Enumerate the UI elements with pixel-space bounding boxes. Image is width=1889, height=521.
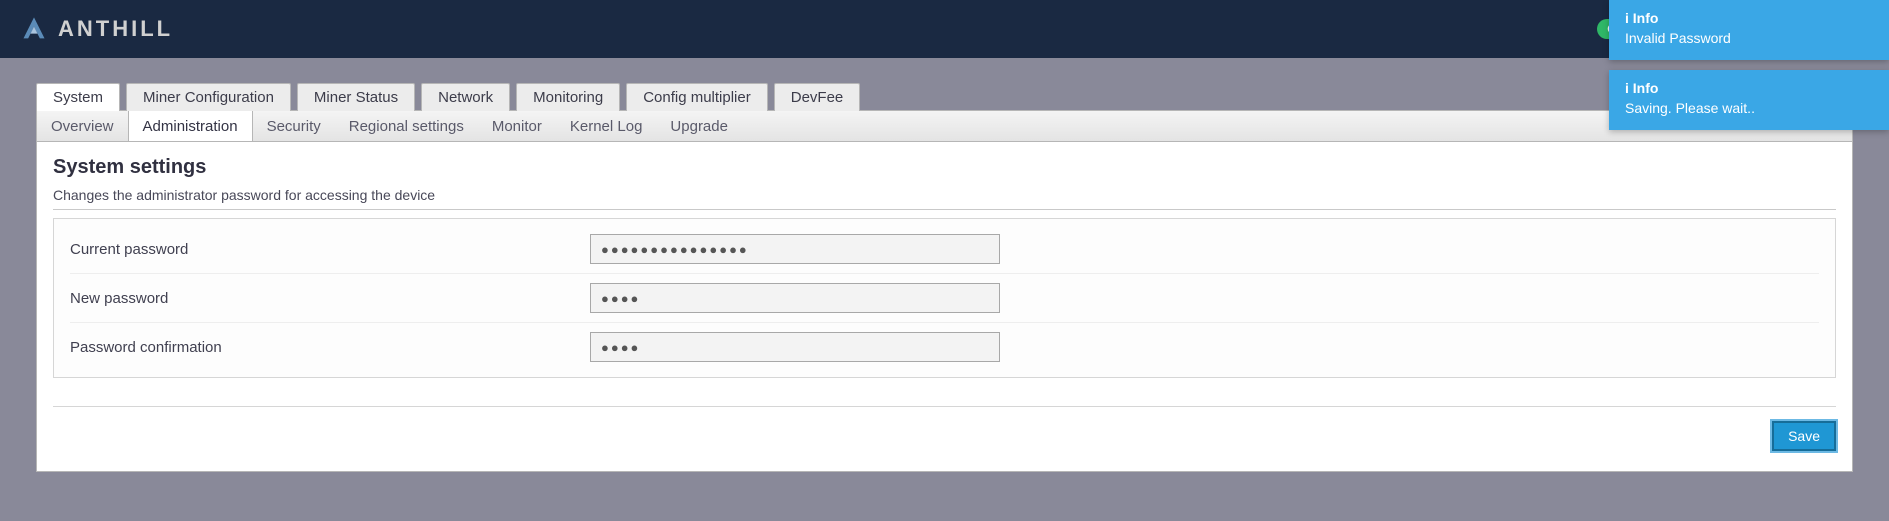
tab-label: Miner Status <box>314 89 398 106</box>
subtab-label: Overview <box>51 118 114 135</box>
main-tab-row: System Miner Configuration Miner Status … <box>36 82 1853 110</box>
input-new-password[interactable] <box>590 283 1000 313</box>
toast-saving: i Info Saving. Please wait.. <box>1609 70 1889 130</box>
tab-label: Network <box>438 89 493 106</box>
subtab-upgrade[interactable]: Upgrade <box>656 111 742 141</box>
subtab-label: Administration <box>143 118 238 135</box>
toast-invalid-password: i Info Invalid Password <box>1609 0 1889 60</box>
subtab-security[interactable]: Security <box>253 111 335 141</box>
tab-label: DevFee <box>791 89 844 106</box>
toast-stack: i Info Invalid Password i Info Saving. P… <box>1609 0 1889 130</box>
settings-panel: System settings Changes the administrato… <box>36 142 1853 472</box>
subtab-overview[interactable]: Overview <box>37 111 128 141</box>
tab-label: Monitoring <box>533 89 603 106</box>
row-new-password: New password <box>70 274 1819 323</box>
toast-title: i Info <box>1625 80 1873 96</box>
tab-system[interactable]: System <box>36 83 120 111</box>
subtab-label: Upgrade <box>670 118 728 135</box>
password-form: Current password New password Password c… <box>53 218 1836 378</box>
tab-monitoring[interactable]: Monitoring <box>516 83 620 111</box>
subtab-label: Security <box>267 118 321 135</box>
subtab-monitor[interactable]: Monitor <box>478 111 556 141</box>
row-current-password: Current password <box>70 225 1819 274</box>
brand: ANTHILL <box>20 15 173 43</box>
subtab-label: Monitor <box>492 118 542 135</box>
input-current-password[interactable] <box>590 234 1000 264</box>
app-header: ANTHILL Online 3.8.6 Find Miner St <box>0 0 1889 58</box>
tab-miner-configuration[interactable]: Miner Configuration <box>126 83 291 111</box>
input-confirm-password[interactable] <box>590 332 1000 362</box>
toast-message: Saving. Please wait.. <box>1625 100 1873 116</box>
label-current-password: Current password <box>70 241 590 258</box>
panel-description: Changes the administrator password for a… <box>53 187 1836 210</box>
toast-title: i Info <box>1625 10 1873 26</box>
subtab-administration[interactable]: Administration <box>128 111 253 141</box>
subtab-regional-settings[interactable]: Regional settings <box>335 111 478 141</box>
label-new-password: New password <box>70 290 590 307</box>
subtab-kernel-log[interactable]: Kernel Log <box>556 111 657 141</box>
tab-label: Miner Configuration <box>143 89 274 106</box>
tab-label: Config multiplier <box>643 89 751 106</box>
tab-miner-status[interactable]: Miner Status <box>297 83 415 111</box>
save-button[interactable]: Save <box>1772 421 1836 451</box>
tab-config-multiplier[interactable]: Config multiplier <box>626 83 768 111</box>
panel-title: System settings <box>53 156 1836 179</box>
tab-devfee[interactable]: DevFee <box>774 83 861 111</box>
brand-name: ANTHILL <box>58 16 173 42</box>
tab-network[interactable]: Network <box>421 83 510 111</box>
toast-message: Invalid Password <box>1625 30 1873 46</box>
subtab-label: Regional settings <box>349 118 464 135</box>
tab-label: System <box>53 89 103 106</box>
panel-footer: Save <box>53 406 1836 451</box>
sub-tab-row: Overview Administration Security Regiona… <box>36 110 1853 142</box>
subtab-label: Kernel Log <box>570 118 643 135</box>
row-confirm-password: Password confirmation <box>70 323 1819 371</box>
label-confirm-password: Password confirmation <box>70 339 590 356</box>
content: System Miner Configuration Miner Status … <box>0 58 1889 472</box>
brand-logo-icon <box>20 15 48 43</box>
